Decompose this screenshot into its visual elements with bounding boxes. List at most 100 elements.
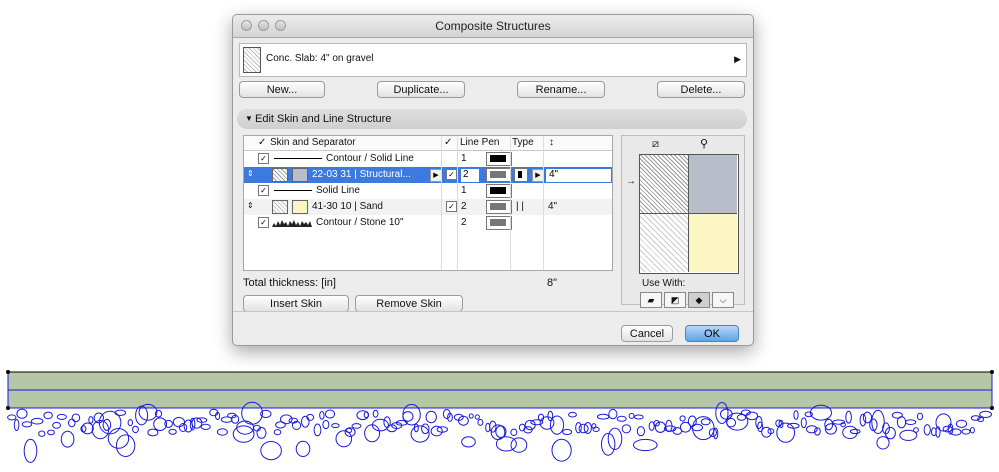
row-pen: 2 — [461, 201, 467, 212]
pen-selector[interactable] — [486, 200, 512, 214]
window-title: Composite Structures — [435, 19, 551, 33]
visibility-checkbox[interactable]: ✓ — [446, 201, 457, 212]
row-pen: 2 — [461, 217, 467, 228]
stone-shape — [896, 416, 907, 429]
wall-tool-icon[interactable]: ▰ — [640, 292, 662, 308]
zoom-window-button[interactable] — [275, 20, 286, 31]
stone-shape — [114, 409, 127, 416]
solid-line-icon — [274, 190, 312, 191]
type-selector[interactable] — [514, 168, 528, 182]
stone-shape — [260, 441, 282, 461]
stone-shape — [56, 413, 67, 420]
thickness-input[interactable]: 4" — [545, 168, 612, 183]
color-swatch[interactable] — [292, 200, 308, 214]
solid-line-icon — [274, 158, 322, 159]
pen-selector[interactable] — [486, 168, 512, 182]
stone-shape — [301, 415, 310, 428]
visibility-checkbox[interactable]: ✓ — [446, 169, 457, 180]
ok-button[interactable]: OK — [685, 325, 739, 342]
slab-tool-icon[interactable]: ◩ — [664, 292, 686, 308]
rename-button[interactable]: Rename... — [517, 81, 605, 98]
section-title: Edit Skin and Line Structure — [255, 113, 392, 125]
stone-shape — [923, 424, 931, 436]
stone-shape — [81, 422, 94, 435]
col-type-header: Type — [512, 137, 534, 148]
node-point — [990, 370, 994, 374]
stone-shape — [916, 412, 924, 421]
col-visibility-header: ✓ — [444, 137, 453, 148]
stone-shape — [216, 428, 228, 436]
stone-shape — [489, 420, 497, 433]
roof-tool-icon[interactable]: ◆ — [688, 292, 710, 308]
stone-shape — [425, 410, 437, 424]
stone-shape — [495, 436, 517, 452]
stone-shape — [295, 440, 311, 458]
stone-shape — [38, 430, 46, 437]
title-bar: Composite Structures — [233, 15, 753, 38]
pen-selector[interactable] — [486, 152, 512, 166]
col-thickness-header: ↕ — [549, 137, 554, 148]
stone-shape — [468, 413, 474, 419]
edit-skin-section-header[interactable]: ▼ Edit Skin and Line Structure — [237, 109, 747, 129]
table-row[interactable]: ✓ Contour / Stone 10" 2 — [244, 215, 612, 231]
pen-input[interactable]: 2 — [460, 168, 480, 183]
stone-shape — [524, 419, 536, 431]
table-row[interactable]: ⇕ 22-03 31 | Structural... ▶ ✓ 2 ▶ 4" — [244, 167, 612, 183]
pen-selector[interactable] — [486, 184, 512, 198]
row-checkbox[interactable]: ✓ — [258, 153, 269, 164]
stone-shape — [275, 421, 286, 429]
drag-handle-icon[interactable]: ⇕ — [247, 201, 254, 210]
stone-shape — [720, 408, 733, 420]
stone-shape — [47, 429, 55, 436]
fill-swatch[interactable] — [272, 168, 288, 182]
cancel-button[interactable]: Cancel — [621, 325, 673, 342]
table-row[interactable]: ✓ Contour / Solid Line 1 — [244, 151, 612, 167]
stone-shape — [700, 418, 711, 426]
use-with-toolbar: ▰ ◩ ◆ ⌵ — [640, 292, 734, 308]
row-checkbox[interactable]: ✓ — [258, 217, 269, 228]
drag-handle-icon[interactable]: ⇕ — [247, 169, 254, 178]
stone-shape — [592, 426, 600, 433]
stone-shape — [23, 438, 38, 463]
stone-shape — [510, 428, 518, 437]
shell-tool-icon[interactable]: ⌵ — [712, 292, 734, 308]
stone-shape — [549, 415, 565, 435]
stone-shape — [91, 420, 110, 440]
stone-shape — [648, 421, 655, 431]
stone-shape — [430, 425, 443, 437]
composite-structures-dialog: Composite Structures Conc. Slab: 4" on g… — [232, 14, 754, 346]
stone-shape — [904, 419, 917, 426]
fill-swatch[interactable] — [272, 200, 288, 214]
chevron-right-icon: ▶ — [734, 54, 741, 64]
structure-preview-panel: ⧄ ⚲ → Use With: ▰ ◩ ◆ ⌵ — [621, 135, 745, 308]
arrow-right-icon: → — [626, 176, 636, 187]
table-row[interactable]: ✓ Solid Line 1 — [244, 183, 612, 199]
new-button[interactable]: New... — [239, 81, 325, 98]
stone-shape — [633, 438, 658, 452]
stone-shape — [363, 411, 369, 419]
color-swatch[interactable] — [292, 168, 308, 182]
insert-skin-button[interactable]: Insert Skin — [243, 295, 349, 312]
stone-shape — [331, 423, 340, 429]
structure-selector[interactable]: Conc. Slab: 4" on gravel ▶ — [239, 43, 747, 77]
slope-icon[interactable]: ⧄ — [652, 138, 659, 151]
stone-shape — [13, 419, 20, 431]
minimize-window-button[interactable] — [258, 20, 269, 31]
delete-button[interactable]: Delete... — [657, 81, 745, 98]
pen-selector[interactable] — [486, 216, 512, 230]
stone-shape — [597, 413, 610, 420]
brush-icon[interactable]: ⚲ — [700, 137, 708, 150]
sand-layer — [7, 389, 993, 409]
stone-shape — [551, 438, 572, 462]
row-checkbox[interactable]: ✓ — [258, 185, 269, 196]
close-window-button[interactable] — [241, 20, 252, 31]
stone-shape — [776, 422, 796, 443]
stone-shape — [891, 411, 903, 419]
duplicate-button[interactable]: Duplicate... — [377, 81, 465, 98]
stone-shape — [7, 414, 17, 421]
stone-shape — [168, 428, 177, 435]
stone-shape — [969, 427, 975, 434]
table-row[interactable]: ⇕ 41-30 10 | Sand ✓ 2 | | 4" — [244, 199, 612, 215]
stone-shape — [88, 416, 94, 424]
remove-skin-button[interactable]: Remove Skin — [355, 295, 463, 312]
